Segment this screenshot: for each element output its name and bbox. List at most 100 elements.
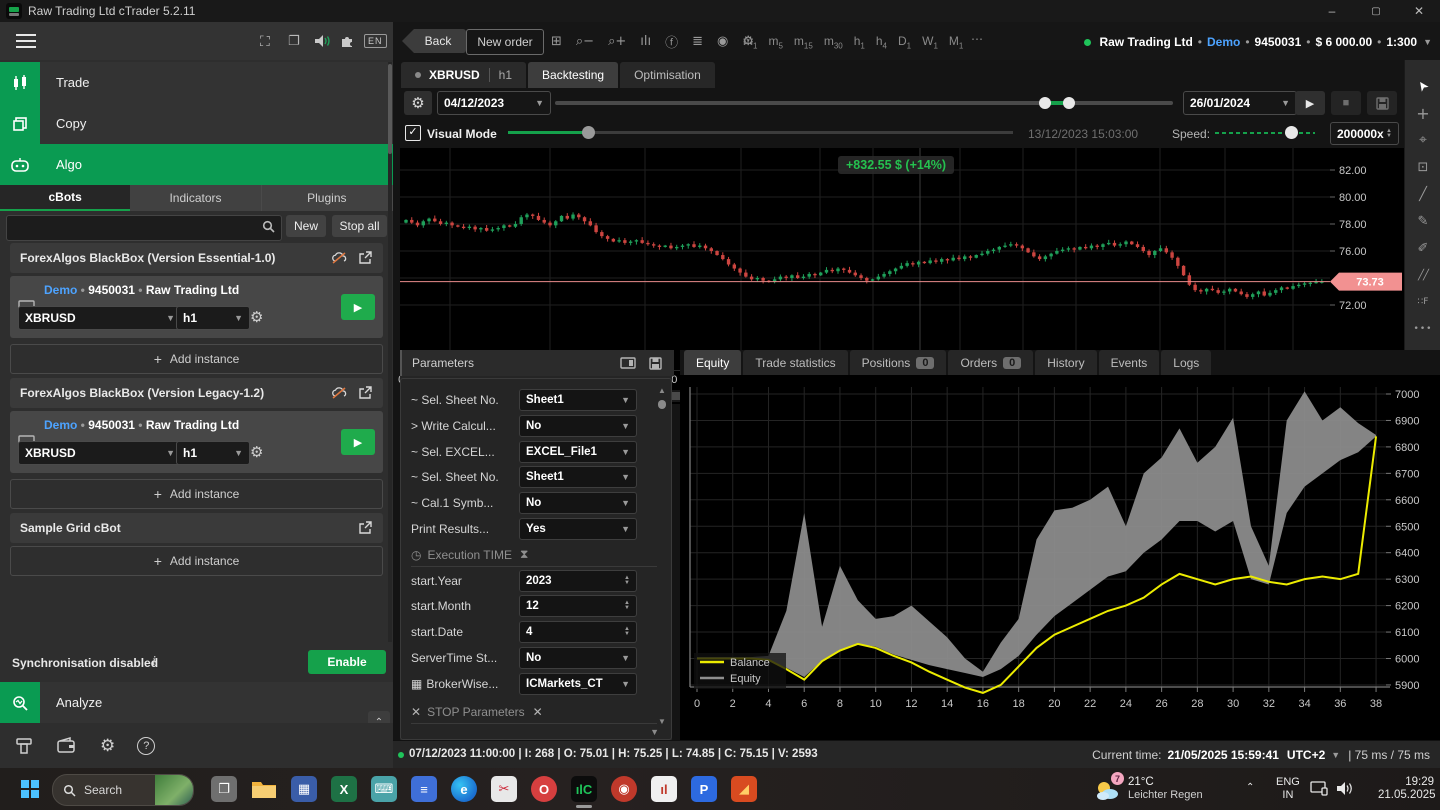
param-select[interactable]: EXCEL_File1▼	[519, 441, 637, 463]
indicator-f-icon[interactable]: ⓕ	[665, 32, 678, 51]
more-tools-icon[interactable]: •••	[1405, 317, 1440, 341]
instance-gear-icon[interactable]: ⚙	[250, 308, 263, 326]
cloud-off-icon[interactable]	[331, 251, 348, 265]
param-select[interactable]: Sheet1▼	[519, 466, 637, 488]
language-button[interactable]: EN	[364, 34, 387, 48]
play-backtest-button[interactable]: ▶	[1295, 91, 1325, 115]
speed-value-spinner[interactable]: 200000x ▲▼	[1330, 122, 1399, 145]
tab-orders[interactable]: Orders0	[948, 350, 1033, 375]
cbots-search-input[interactable]	[6, 215, 282, 241]
clock-widget[interactable]: 19:2921.05.2025	[1378, 776, 1434, 802]
wallet-icon[interactable]	[56, 736, 78, 756]
sidebar-scrollbar[interactable]	[388, 62, 392, 642]
tab-backtesting[interactable]: Backtesting	[528, 62, 618, 88]
language-indicator[interactable]: ENGIN	[1276, 776, 1300, 802]
settings-gear-icon[interactable]: ⚙	[100, 736, 115, 756]
chart-layout-icon[interactable]: ⊞	[551, 34, 562, 49]
symbol-select[interactable]: XBRUSD▼	[18, 441, 182, 465]
timeframe-h4[interactable]: h4	[876, 34, 887, 50]
cbot-header[interactable]: ForexAlgos BlackBox (Version Essential-1…	[10, 243, 383, 273]
visual-progress-handle[interactable]	[582, 126, 595, 139]
param-select[interactable]: No▼	[519, 647, 637, 669]
load-parameters-icon[interactable]	[620, 357, 636, 369]
layers-icon[interactable]: ≣	[692, 34, 703, 49]
taskbar-app-icmarkets[interactable]: ılC	[564, 773, 604, 805]
add-instance-button[interactable]: +Add instance	[10, 546, 383, 576]
maximize-button[interactable]: ▢	[1354, 0, 1398, 22]
plugins-puzzle-icon[interactable]	[340, 33, 356, 49]
stop-backtest-button[interactable]: ■	[1331, 91, 1361, 115]
minimize-button[interactable]: –	[1310, 0, 1354, 22]
param-select[interactable]: ICMarkets_CT▼	[519, 673, 637, 695]
timeframe-select[interactable]: h1▼	[176, 306, 250, 330]
cbot-header[interactable]: Sample Grid cBot	[10, 513, 383, 543]
end-date-select[interactable]: 26/01/2024▼	[1183, 91, 1297, 115]
fullscreen-icon[interactable]: ⛶	[260, 33, 270, 50]
cloud-off-icon[interactable]	[331, 386, 348, 400]
cast-icon[interactable]	[1310, 781, 1328, 796]
sidebar-item-analyze[interactable]: Analyze ⌃	[0, 682, 393, 723]
param-stepper[interactable]: 12▲▼	[519, 595, 637, 617]
backtest-settings-button[interactable]: ⚙	[404, 91, 432, 115]
sound-icon[interactable]	[314, 34, 332, 48]
crosshair-icon[interactable]: +	[1405, 101, 1440, 125]
tick-chart-icon[interactable]: ılı	[640, 34, 651, 49]
param-select[interactable]: No▼	[519, 492, 637, 514]
taskbar-app-opera[interactable]: O	[524, 773, 564, 805]
start-button[interactable]	[20, 779, 40, 799]
timeframe-M1[interactable]: M1	[949, 34, 963, 50]
speed-slider[interactable]	[1215, 132, 1315, 134]
timeframe-m30[interactable]: m30	[824, 34, 843, 50]
taskbar-app-forum[interactable]: ◉	[604, 773, 644, 805]
new-order-button[interactable]: New order	[466, 29, 544, 55]
step-down-icon[interactable]: ▼	[624, 606, 630, 611]
timeframe-select[interactable]: h1▼	[176, 441, 250, 465]
timeframe-m1[interactable]: m1	[743, 34, 757, 50]
visual-progress-slider[interactable]	[508, 131, 1013, 134]
cbot-instance-card[interactable]: Demo • 9450031 • Raw Trading LtdXBRUSD▼h…	[10, 276, 383, 338]
share-icon[interactable]	[358, 521, 373, 535]
taskbar-app-calculator[interactable]: ▦	[284, 773, 324, 805]
enable-sync-button[interactable]: Enable	[308, 650, 386, 674]
cbot-instance-card[interactable]: Demo • 9450031 • Raw Trading LtdXBRUSD▼h…	[10, 411, 383, 473]
cbot-header[interactable]: ForexAlgos BlackBox (Version Legacy-1.2)	[10, 378, 383, 408]
tab-trade-statistics[interactable]: Trade statistics	[743, 350, 847, 375]
hamburger-menu-icon[interactable]	[16, 34, 36, 48]
stop-all-button[interactable]: Stop all	[332, 215, 387, 237]
timeframe-h1[interactable]: h1	[854, 34, 865, 50]
param-select[interactable]: Yes▼	[519, 518, 637, 540]
start-cbot-button[interactable]: ▶	[341, 294, 375, 320]
tray-expand-chevron[interactable]: ⌃	[1246, 782, 1254, 793]
account-selector[interactable]: Raw Trading Ltd • Demo • 9450031 • $ 6 0…	[1084, 32, 1432, 52]
timeframe-W1[interactable]: W1	[922, 34, 938, 50]
crosshair-candle-icon[interactable]: ⌖	[1405, 128, 1440, 152]
save-parameters-icon[interactable]	[649, 357, 662, 370]
timeframe-m5[interactable]: m5	[768, 34, 782, 50]
param-select[interactable]: No▼	[519, 415, 637, 437]
fibonacci-icon[interactable]: ∷F	[1405, 290, 1440, 314]
tab-logs[interactable]: Logs	[1161, 350, 1211, 375]
zoom-in-icon[interactable]: ⌕+	[608, 34, 626, 49]
progress-handle-start[interactable]	[1039, 97, 1051, 109]
taskbar-app-matlab[interactable]: ◢	[724, 773, 764, 805]
tab-indicators[interactable]: Indicators	[130, 185, 261, 211]
taskbar-app-notepad[interactable]: ≡	[404, 773, 444, 805]
param-stepper[interactable]: 2023▲▼	[519, 570, 637, 592]
taskbar-search[interactable]: Search	[52, 774, 194, 806]
help-icon[interactable]: ?	[137, 737, 155, 755]
zoom-out-icon[interactable]: ⌕−	[576, 34, 594, 49]
magnet-icon[interactable]: ⊡	[1405, 155, 1440, 179]
sidebar-item-algo[interactable]: Algo	[0, 144, 393, 185]
brush-icon[interactable]: ✐	[1405, 236, 1440, 260]
visual-mode-checkbox[interactable]: ✓	[405, 125, 421, 141]
tab-positions[interactable]: Positions0	[850, 350, 947, 375]
progress-handle-end[interactable]	[1063, 97, 1075, 109]
share-icon[interactable]	[358, 251, 373, 265]
search-highlight-image[interactable]	[155, 775, 193, 805]
sidebar-item-trade[interactable]: Trade	[0, 62, 393, 103]
tab-optimisation[interactable]: Optimisation	[620, 62, 715, 88]
param-stepper[interactable]: 4▲▼	[519, 621, 637, 643]
timezone-select[interactable]: UTC+2	[1287, 748, 1325, 762]
taskbar-app-snipping[interactable]: ✂	[484, 773, 524, 805]
taskbar-app-edge[interactable]: e	[444, 773, 484, 805]
